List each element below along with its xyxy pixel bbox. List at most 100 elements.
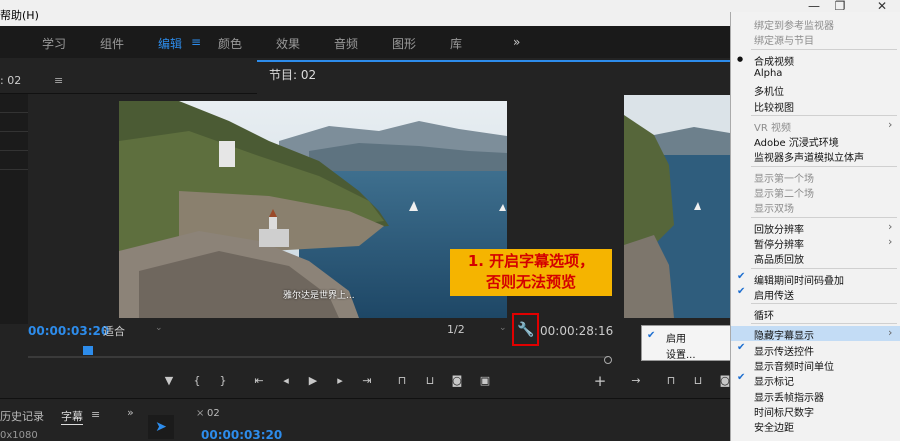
go-to-out-icon[interactable]: ⇥ <box>358 373 376 389</box>
compare-view-icon[interactable]: ▣ <box>476 373 494 389</box>
go-to-out-icon-right[interactable]: → <box>627 373 645 389</box>
sequence-close-icon[interactable]: × <box>196 408 204 419</box>
playhead-timecode[interactable]: 00:00:03:20 <box>28 324 109 338</box>
captions-settings-item[interactable]: 设置... <box>642 344 730 361</box>
tab-graphics[interactable]: 图形 <box>392 35 416 52</box>
monitor-context-menu: 绑定到参考监视器 绑定源与节目 ● 合成视频 Alpha 多机位 比较视图 VR 视频 › Ado… <box>730 12 900 441</box>
extract-icon[interactable]: ⊔ <box>421 373 439 389</box>
submenu-arrow-icon: › <box>888 326 893 340</box>
panel-overflow-icon[interactable]: » <box>127 406 134 419</box>
panel-menu-icon[interactable]: ≡ <box>54 74 63 87</box>
source-panel-header: : 02 ≡ <box>0 64 257 94</box>
context-menu-item[interactable]: 暂停分辨率 › <box>731 234 900 251</box>
context-menu-item-label: Alpha <box>754 67 783 79</box>
context-menu-item: 显示第二个场 <box>731 184 900 200</box>
menu-separator <box>751 114 897 116</box>
context-menu-item[interactable]: 回放分辨率 › <box>731 220 900 236</box>
play-icon[interactable]: ▶ <box>304 373 322 389</box>
check-icon: ✔ <box>647 330 656 341</box>
sequence-timecode[interactable]: 00:00:03:20 <box>201 428 282 441</box>
program-video-frame <box>119 101 507 318</box>
step-forward-icon[interactable]: ▸ <box>331 373 349 389</box>
context-menu-item[interactable]: ✔ 编辑期间时间码叠加 <box>731 271 900 287</box>
check-icon: ✔ <box>737 285 746 297</box>
context-menu-item-label: 多机位 <box>754 87 784 99</box>
step-back-icon[interactable]: ◂ <box>277 373 295 389</box>
context-menu-item[interactable]: ✔ 启用传送 <box>731 285 900 302</box>
button-editor-icon[interactable]: + <box>591 373 609 389</box>
lift-icon[interactable]: ⊓ <box>393 373 411 389</box>
sequence-tab[interactable]: 02 <box>207 408 220 419</box>
context-menu-item[interactable]: 高品质回放 <box>731 250 900 266</box>
go-to-in-icon[interactable]: ⇤ <box>250 373 268 389</box>
tabs-overflow-icon[interactable]: » <box>513 35 520 49</box>
context-menu-item: 显示双场 <box>731 199 900 215</box>
tab-history[interactable]: 历史记录 <box>0 408 44 424</box>
tab-audio[interactable]: 音频 <box>334 35 358 52</box>
context-menu-item-label: 时间标尺数字 <box>754 407 814 419</box>
context-menu-item-label: 显示丢帧指示器 <box>754 392 824 404</box>
mark-out-icon[interactable]: } <box>214 373 232 389</box>
captions-submenu: ✔ 启用 设置... <box>641 325 731 361</box>
mark-in-icon[interactable]: { <box>188 373 206 389</box>
annotation-line-2: 否则无法预览 <box>485 273 576 291</box>
tab-effects[interactable]: 效果 <box>276 35 300 52</box>
time-ruler[interactable] <box>28 346 608 360</box>
duration-timecode: 00:00:28:16 <box>540 324 614 338</box>
tab-edit[interactable]: 编辑 <box>158 35 182 52</box>
coastal-landscape-image <box>119 101 507 318</box>
captions-menu-icon[interactable]: ≡ <box>91 408 100 421</box>
context-menu-item[interactable]: 监视器多声道模拟立体声 <box>731 148 900 164</box>
context-menu-item-label: 隐藏字幕显示 <box>754 331 814 343</box>
resolution-text: 0x1080 <box>0 430 38 441</box>
playhead-handle[interactable] <box>83 346 93 355</box>
zoom-level-value: 适合 <box>103 325 125 338</box>
menu-separator <box>751 165 897 167</box>
wrench-highlight-box <box>512 313 539 346</box>
menu-separator <box>751 48 897 50</box>
add-marker-icon[interactable]: ▼ <box>160 373 178 389</box>
lift-icon-right[interactable]: ⊓ <box>662 373 680 389</box>
captions-enable-label: 启用 <box>666 334 686 345</box>
playback-resolution-select[interactable]: 1/2 ⌄ <box>447 323 507 337</box>
context-menu-item[interactable]: 循环 <box>731 306 900 322</box>
menu-separator <box>751 216 897 218</box>
tab-color[interactable]: 颜色 <box>218 35 242 52</box>
context-menu-item[interactable]: Alpha <box>731 67 900 82</box>
context-menu-item[interactable]: ● 合成视频 <box>731 52 900 68</box>
tab-assembly[interactable]: 组件 <box>100 35 124 52</box>
export-frame-icon[interactable]: ◙ <box>448 373 466 389</box>
submenu-arrow-icon: › <box>888 234 893 248</box>
context-menu-item-label: 回放分辨率 <box>754 224 804 236</box>
context-menu-item[interactable]: 显示音频时间单位 <box>731 357 900 373</box>
program-monitor-title[interactable]: 节目: 02 <box>269 66 316 83</box>
extract-icon-right[interactable]: ⊔ <box>689 373 707 389</box>
tab-edit-menu-icon[interactable]: ≡ <box>191 35 201 49</box>
context-menu-item[interactable]: 隐藏字幕显示 › <box>731 326 900 343</box>
coastal-landscape-thumbnail <box>624 95 730 318</box>
tab-learn[interactable]: 学习 <box>42 35 66 52</box>
context-menu-item[interactable]: ✔ 显示标记 <box>731 372 900 388</box>
chevron-down-icon: ⌄ <box>155 323 163 333</box>
context-menu-item[interactable]: 比较视图 <box>731 98 900 114</box>
context-menu-item-label: 启用传送 <box>754 290 794 302</box>
context-menu-item[interactable]: 显示丢帧指示器 <box>731 388 900 404</box>
tab-libraries[interactable]: 库 <box>450 35 462 52</box>
menu-help[interactable]: 帮助(H) <box>0 7 39 23</box>
context-menu-item[interactable]: ✔ 显示传送控件 <box>731 342 900 358</box>
context-menu-item[interactable]: 安全边距 <box>731 418 900 434</box>
context-menu-item-label: 比较视图 <box>754 102 794 114</box>
tab-captions[interactable]: 字幕 <box>61 408 83 425</box>
zoom-level-select[interactable]: 适合 ⌄ <box>103 323 163 339</box>
context-menu-item: 绑定到参考监视器 <box>731 16 900 32</box>
context-menu-item[interactable]: Adobe 沉浸式环境 <box>731 133 900 149</box>
secondary-video-frame <box>624 95 730 318</box>
context-menu-item-label: VR 视频 <box>754 122 791 134</box>
context-menu-item[interactable]: 时间标尺数字 <box>731 403 900 419</box>
context-menu-item-label: 显示第二个场 <box>754 189 814 200</box>
context-menu-item: VR 视频 › <box>731 118 900 134</box>
context-menu-item[interactable]: 多机位 <box>731 82 900 99</box>
selection-tool-icon[interactable]: ➤ <box>148 415 174 439</box>
captions-enable-item[interactable]: ✔ 启用 <box>642 328 730 345</box>
bottom-panel <box>0 398 730 441</box>
